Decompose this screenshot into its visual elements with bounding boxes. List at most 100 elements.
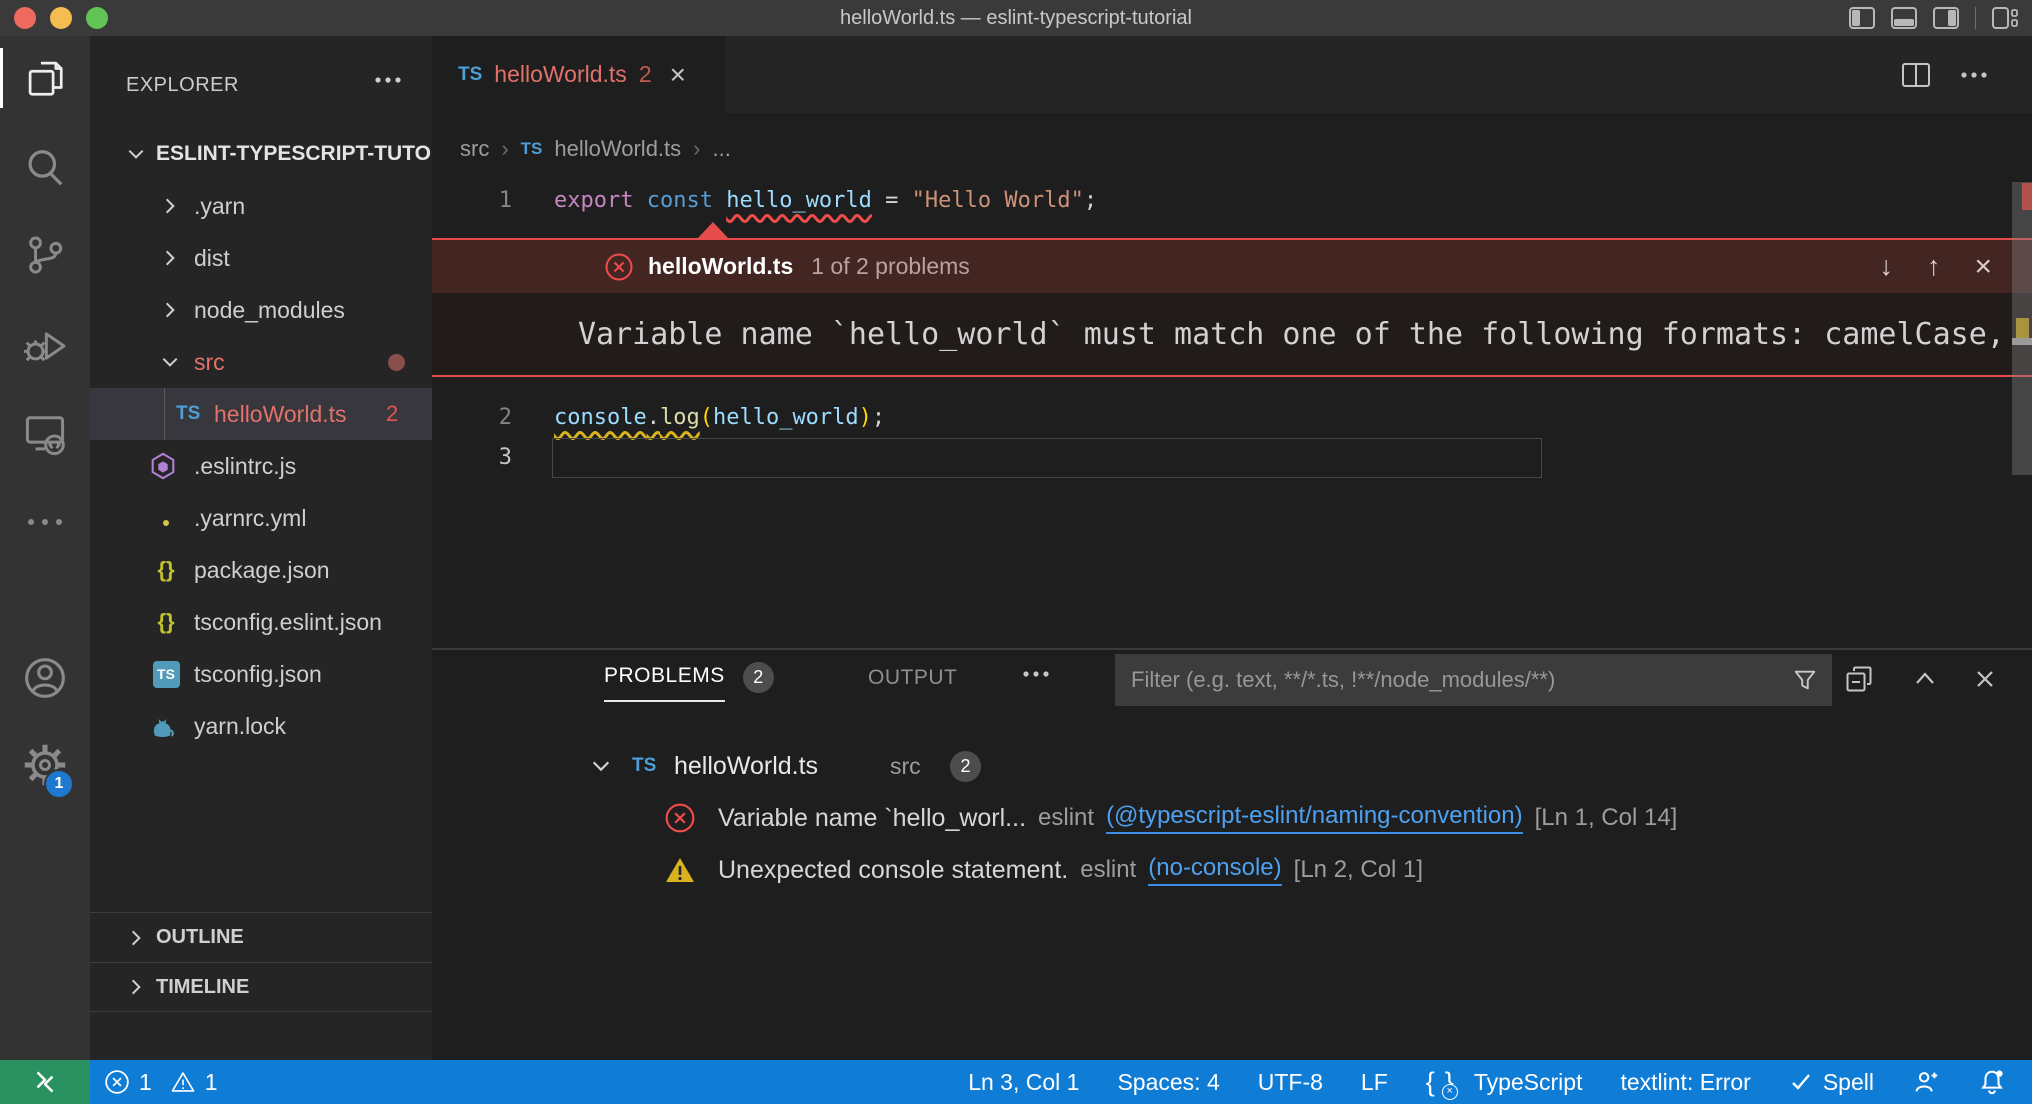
previous-problem-icon[interactable]: ↑ xyxy=(1927,251,1941,282)
peek-body[interactable]: Variable name `hello_world` must match o… xyxy=(432,293,2032,375)
toggle-secondary-sidebar-icon[interactable] xyxy=(1933,7,1959,29)
remote-explorer-view-button[interactable] xyxy=(0,404,90,464)
tab-problems[interactable]: PROBLEMS 2 xyxy=(604,662,774,703)
split-editor-icon[interactable] xyxy=(1902,63,1930,87)
customize-layout-icon[interactable] xyxy=(1992,7,2018,29)
search-view-button[interactable] xyxy=(0,138,90,198)
tree-item-package-json[interactable]: {} package.json xyxy=(90,544,432,596)
status-eol[interactable]: LF xyxy=(1361,1069,1388,1096)
chevron-right-icon xyxy=(160,300,180,320)
status-language-mode[interactable]: {}× TypeScript xyxy=(1426,1067,1583,1098)
editor-more-actions-icon[interactable] xyxy=(1960,71,1988,79)
eslint-file-icon xyxy=(148,451,184,481)
peek-file-name: helloWorld.ts xyxy=(648,253,793,280)
tab-label: helloWorld.ts xyxy=(494,61,627,88)
group-problem-badge: 2 xyxy=(950,751,981,782)
explorer-root-row[interactable]: ESLINT-TYPESCRIPT-TUTO... xyxy=(90,128,432,180)
next-problem-icon[interactable]: ↓ xyxy=(1879,251,1893,282)
collapse-all-icon[interactable] xyxy=(1844,664,1874,694)
close-panel-icon[interactable] xyxy=(1970,664,2000,694)
problems-file-group-row[interactable]: TS helloWorld.ts src 2 xyxy=(432,740,2032,792)
filter-input[interactable] xyxy=(1115,667,1792,693)
tab-output[interactable]: OUTPUT xyxy=(868,666,957,690)
tree-item-tsconfig-eslint-json[interactable]: {} tsconfig.eslint.json xyxy=(90,596,432,648)
debug-icon xyxy=(22,323,68,369)
source-control-view-button[interactable] xyxy=(0,225,90,285)
problems-panel: PROBLEMS 2 OUTPUT TS helloWorld.ts src 2… xyxy=(432,648,2032,1060)
filter-funnel-icon[interactable] xyxy=(1792,667,1818,693)
peek-problem-count: 1 of 2 problems xyxy=(811,253,970,280)
breadcrumb-symbol[interactable]: ... xyxy=(712,136,730,162)
additional-views-button[interactable] xyxy=(0,492,90,552)
code-line-1: 1 export const hello_world = "Hello Worl… xyxy=(432,183,2032,219)
editor-group: TS helloWorld.ts 2 × src › TS helloWorld… xyxy=(432,36,2032,648)
tree-item-helloworld-ts[interactable]: TS helloWorld.ts 2 xyxy=(90,388,432,440)
breadcrumb-folder[interactable]: src xyxy=(460,136,489,162)
status-indentation[interactable]: Spaces: 4 xyxy=(1117,1069,1219,1096)
status-textlint[interactable]: textlint: Error xyxy=(1620,1069,1750,1096)
overview-ruler-cursor-mark xyxy=(2012,338,2032,345)
problem-row-warning[interactable]: Unexpected console statement. eslint (no… xyxy=(432,844,2032,896)
status-encoding[interactable]: UTF-8 xyxy=(1258,1069,1323,1096)
toggle-sidebar-icon[interactable] xyxy=(1849,7,1875,29)
activity-bar: 1 xyxy=(0,36,90,1060)
group-file-path: src xyxy=(890,753,921,780)
status-spell-checker[interactable]: Spell xyxy=(1789,1069,1874,1096)
chevron-right-icon xyxy=(160,248,180,268)
titlebar-separator xyxy=(1975,7,1976,29)
warning-count: 1 xyxy=(205,1069,218,1096)
accounts-button[interactable] xyxy=(0,648,90,708)
status-cursor-position[interactable]: Ln 3, Col 1 xyxy=(968,1069,1079,1096)
error-count: 1 xyxy=(139,1069,152,1096)
yaml-config-icon xyxy=(148,505,184,532)
tab-close-icon[interactable]: × xyxy=(670,61,686,89)
remote-indicator[interactable] xyxy=(0,1060,90,1104)
problem-message: Unexpected console statement. xyxy=(718,856,1068,885)
explorer-more-actions-icon[interactable] xyxy=(374,76,402,84)
tree-item-yarnrc-yml[interactable]: .yarnrc.yml xyxy=(90,492,432,544)
problem-row-error[interactable]: Variable name `hello_worl... eslint (@ty… xyxy=(432,792,2032,844)
code-line-1-text: export const hello_world = "Hello World"… xyxy=(554,183,1097,219)
tree-item-dist-folder[interactable]: dist xyxy=(90,232,432,284)
outline-section-header[interactable]: OUTLINE xyxy=(90,912,432,962)
check-icon xyxy=(1789,1070,1813,1094)
explorer-view-button[interactable] xyxy=(0,48,90,108)
code-area[interactable]: 1 export const hello_world = "Hello Worl… xyxy=(432,175,2032,648)
panel-more-tabs-icon[interactable] xyxy=(1022,670,1050,678)
typescript-file-icon: TS xyxy=(632,755,656,777)
notifications-bell-icon[interactable] xyxy=(1978,1068,2006,1096)
settings-button[interactable]: 1 xyxy=(0,735,90,795)
editor-scrollbar[interactable] xyxy=(2012,175,2032,648)
error-icon xyxy=(604,252,634,282)
chevron-down-icon xyxy=(160,352,180,372)
settings-badge: 1 xyxy=(44,769,74,799)
tree-item-src-folder[interactable]: src xyxy=(90,336,432,388)
indent-guide xyxy=(164,388,165,440)
tab-helloworld-ts[interactable]: TS helloWorld.ts 2 × xyxy=(432,36,726,113)
overview-ruler-warning-mark xyxy=(2016,318,2029,338)
root-folder-label: ESLINT-TYPESCRIPT-TUTO... xyxy=(156,142,448,166)
problem-rule-link[interactable]: (no-console) xyxy=(1148,854,1281,886)
feedback-person-icon[interactable] xyxy=(1912,1068,1940,1096)
peek-header: helloWorld.ts 1 of 2 problems ↓ ↑ × xyxy=(432,240,2032,293)
toggle-panel-icon[interactable] xyxy=(1891,7,1917,29)
problem-rule-link[interactable]: (@typescript-eslint/naming-convention) xyxy=(1106,802,1523,834)
tree-item-yarn-folder[interactable]: .yarn xyxy=(90,180,432,232)
tree-item-yarn-lock[interactable]: yarn.lock xyxy=(90,700,432,752)
typescript-file-icon: TS xyxy=(458,64,482,86)
breadcrumb-file[interactable]: helloWorld.ts xyxy=(554,136,681,162)
chevron-right-icon xyxy=(160,196,180,216)
tree-item-node-modules-folder[interactable]: node_modules xyxy=(90,284,432,336)
tab-problem-count: 2 xyxy=(639,61,652,88)
tree-item-tsconfig-json[interactable]: TS tsconfig.json xyxy=(90,648,432,700)
status-problems[interactable]: 1 1 xyxy=(104,1060,218,1104)
titlebar: helloWorld.ts — eslint-typescript-tutori… xyxy=(0,0,2032,36)
maximize-panel-icon[interactable] xyxy=(1910,664,1940,694)
timeline-section-header[interactable]: TIMELINE xyxy=(90,962,432,1012)
tree-item-eslintrc-js[interactable]: .eslintrc.js xyxy=(90,440,432,492)
run-debug-view-button[interactable] xyxy=(0,316,90,376)
chevron-down-icon xyxy=(126,144,146,164)
peek-close-icon[interactable]: × xyxy=(1974,250,1992,284)
folder-problem-dot xyxy=(388,354,405,371)
folder-label: dist xyxy=(194,245,230,272)
